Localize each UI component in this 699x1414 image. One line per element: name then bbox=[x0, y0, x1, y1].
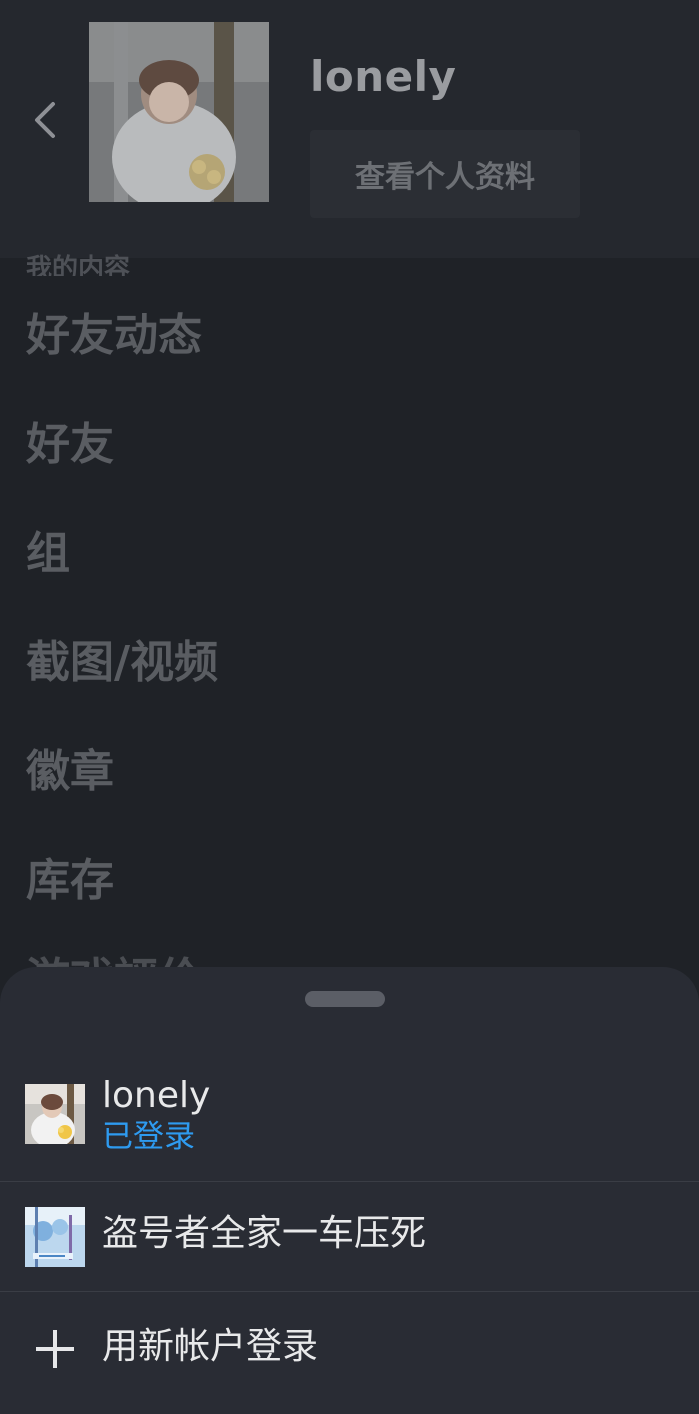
back-chevron-icon bbox=[35, 102, 55, 138]
drag-handle[interactable] bbox=[305, 991, 385, 1007]
section-label-text: 我的内容 bbox=[26, 254, 131, 276]
back-button[interactable] bbox=[24, 96, 68, 144]
section-label: 我的内容 bbox=[26, 246, 326, 276]
account-text: 盗号者全家一车压死 bbox=[102, 1213, 426, 1255]
add-account-button[interactable]: 用新帐户登录 bbox=[0, 1293, 699, 1403]
menu-item-badges[interactable]: 徽章 bbox=[26, 742, 114, 802]
account-switcher-sheet: lonely 已登录 盗号者全家一车压死 用新帐户登录 bbox=[0, 967, 699, 1414]
profile-header: lonely 查看个人资料 bbox=[0, 0, 699, 258]
account-text: lonely 已登录 bbox=[102, 1075, 210, 1157]
profile-avatar[interactable] bbox=[89, 22, 269, 202]
account-row-current[interactable]: lonely 已登录 bbox=[0, 1047, 699, 1182]
menu-item-groups[interactable]: 组 bbox=[26, 524, 70, 584]
add-account-label: 用新帐户登录 bbox=[102, 1326, 319, 1367]
account-avatar bbox=[25, 1084, 85, 1144]
menu-item-inventory[interactable]: 库存 bbox=[26, 851, 114, 911]
account-status: 已登录 bbox=[102, 1119, 195, 1155]
account-row-secondary[interactable]: 盗号者全家一车压死 bbox=[0, 1183, 699, 1292]
account-name: lonely bbox=[102, 1075, 211, 1116]
menu-item-screenshots-videos[interactable]: 截图/视频 bbox=[26, 633, 218, 693]
account-name: 盗号者全家一车压死 bbox=[102, 1213, 427, 1254]
profile-name: lonely bbox=[310, 52, 457, 101]
account-avatar bbox=[25, 1207, 85, 1267]
add-account-text: 用新帐户登录 bbox=[102, 1326, 318, 1368]
menu-item-friends[interactable]: 好友 bbox=[26, 415, 114, 475]
menu-item-friends-activity[interactable]: 好友动态 bbox=[26, 306, 202, 366]
view-profile-button[interactable]: 查看个人资料 bbox=[310, 130, 580, 218]
plus-icon bbox=[36, 1330, 74, 1368]
app-root: lonely 查看个人资料 我的内容 好友动态 好友 组 截图/视频 徽章 库存… bbox=[0, 0, 699, 1414]
